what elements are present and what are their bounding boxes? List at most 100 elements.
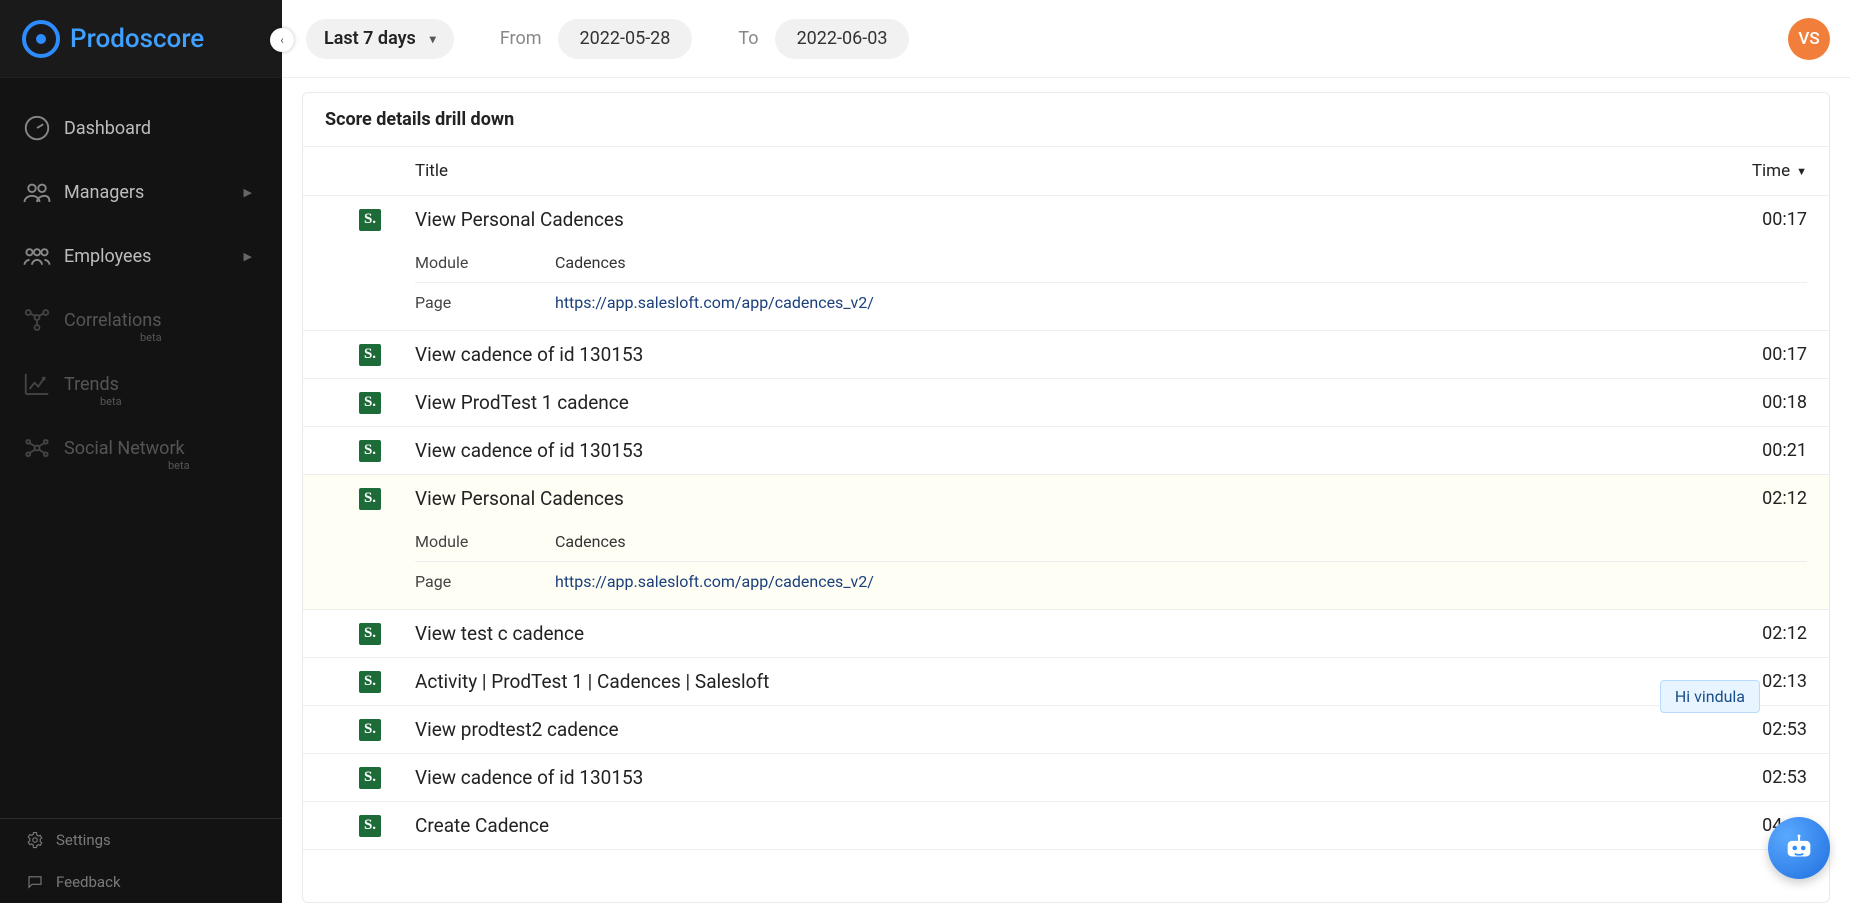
table-row: S.View prodtest2 cadence02:53 [303, 706, 1829, 754]
logo-mark-icon [22, 20, 60, 58]
settings-label: Settings [56, 831, 111, 849]
score-details-panel: Score details drill down Title Time ▼ S.… [302, 92, 1830, 903]
sidebar-item-employees[interactable]: Employees▶ [0, 224, 282, 288]
row-time: 00:18 [1717, 392, 1807, 413]
sidebar-item-correlations[interactable]: Correlationsbeta [0, 288, 282, 352]
group3-icon [22, 241, 52, 271]
beta-badge: beta [100, 395, 122, 408]
salesloft-icon: S. [359, 623, 381, 645]
table-row: S. View cadence of id 13015302:53 [303, 754, 1829, 802]
sidebar-item-label: Dashboard [64, 118, 151, 139]
sidebar: Prodoscore DashboardManagers▶Employees▶C… [0, 0, 282, 903]
table-row-main[interactable]: S.Create Cadence04:46 [303, 802, 1829, 849]
row-time: 02:12 [1717, 623, 1807, 644]
network-icon [22, 305, 52, 335]
detail-row: ModuleCadences [415, 522, 1807, 562]
row-time: 02:53 [1717, 719, 1807, 740]
row-details: ModuleCadencesPagehttps://app.salesloft.… [303, 243, 1829, 330]
table-row: S. View cadence of id 13015300:21 [303, 427, 1829, 475]
table-body: S.View Personal Cadences00:17ModuleCaden… [303, 196, 1829, 902]
date-range-dropdown[interactable]: Last 7 days ▾ [306, 19, 454, 59]
chat-widget-button[interactable] [1768, 817, 1830, 879]
sidebar-item-label: Social Network [64, 438, 185, 459]
detail-key: Module [415, 253, 555, 272]
table-row-main[interactable]: S.View ProdTest 1 cadence00:18 [303, 379, 1829, 426]
sidebar-item-trends[interactable]: Trendsbeta [0, 352, 282, 416]
beta-badge: beta [168, 459, 190, 472]
row-title: View Personal Cadences [415, 208, 1717, 231]
sidebar-item-dashboard[interactable]: Dashboard [0, 96, 282, 160]
sort-down-icon: ▼ [1796, 165, 1807, 178]
row-time: 02:53 [1717, 767, 1807, 788]
salesloft-icon: S. [359, 671, 381, 693]
sidebar-collapse-button[interactable]: ‹ [270, 28, 294, 52]
table-row-main[interactable]: S. Activity | ProdTest 1 | Cadences | Sal… [303, 658, 1829, 705]
row-title: View cadence of id 130153 [415, 343, 1717, 366]
salesloft-icon: S. [359, 767, 381, 789]
date-to-picker[interactable]: 2022-06-03 [775, 19, 910, 59]
content: Score details drill down Title Time ▼ S.… [282, 78, 1850, 903]
table-row-main[interactable]: S.View cadence of id 13015300:17 [303, 331, 1829, 378]
detail-link[interactable]: https://app.salesloft.com/app/cadences_v… [555, 293, 874, 312]
topbar: Last 7 days ▾ From 2022-05-28 To 2022-06… [282, 0, 1850, 78]
sidebar-item-label: Correlations [64, 310, 162, 331]
chevron-right-icon: ▶ [244, 186, 252, 199]
sidebar-item-managers[interactable]: Managers ▶ [0, 160, 282, 224]
table-row: S. Activity | ProdTest 1 | Cadences | Sal… [303, 658, 1829, 706]
salesloft-icon: S. [359, 392, 381, 414]
group-icon [22, 177, 52, 207]
detail-row: ModuleCadences [415, 243, 1807, 283]
row-time: 00:17 [1717, 209, 1807, 230]
table-row-main[interactable]: S. View cadence of id 13015302:53 [303, 754, 1829, 801]
row-time: 00:21 [1717, 440, 1807, 461]
table-row-main[interactable]: S.View Personal Cadences00:17 [303, 196, 1829, 243]
avatar[interactable]: VS [1788, 18, 1830, 60]
table-row-main[interactable]: S. View test c cadence02:12 [303, 610, 1829, 657]
table-row: S.View Personal Cadences00:17ModuleCaden… [303, 196, 1829, 331]
table-row: S.View cadence of id 13015300:17 [303, 331, 1829, 379]
column-time[interactable]: Time ▼ [1717, 161, 1807, 181]
to-label: To [738, 28, 758, 49]
panel-title: Score details drill down [303, 93, 1829, 146]
main: Last 7 days ▾ From 2022-05-28 To 2022-06… [282, 0, 1850, 903]
table-row-main[interactable]: S.View Personal Cadences02:12 [303, 475, 1829, 522]
gear-icon [26, 831, 44, 849]
salesloft-icon: S. [359, 440, 381, 462]
table-row: S.View Personal Cadences02:12ModuleCaden… [303, 475, 1829, 610]
row-details: ModuleCadencesPagehttps://app.salesloft.… [303, 522, 1829, 609]
row-title: Activity | ProdTest 1 | Cadences | Sales… [415, 670, 1717, 693]
trend-icon [22, 369, 52, 399]
row-title: View Personal Cadences [415, 487, 1717, 510]
sidebar-item-social-network[interactable]: Social Networkbeta [0, 416, 282, 480]
chat-icon [26, 873, 44, 891]
sidebar-item-label: Managers [64, 182, 144, 203]
gauge-icon [22, 113, 52, 143]
row-title: View cadence of id 130153 [415, 439, 1717, 462]
table-row-main[interactable]: S.View prodtest2 cadence02:53 [303, 706, 1829, 753]
detail-value: Cadences [555, 253, 626, 272]
logo-area[interactable]: Prodoscore [0, 0, 282, 78]
salesloft-icon: S. [359, 815, 381, 837]
detail-value: Cadences [555, 532, 626, 551]
feedback-label: Feedback [56, 873, 121, 891]
sidebar-item-settings[interactable]: Settings [0, 819, 282, 861]
sidebar-item-label: Trends [64, 374, 119, 395]
detail-link[interactable]: https://app.salesloft.com/app/cadences_v… [555, 572, 874, 591]
row-title: Create Cadence [415, 814, 1717, 837]
date-range-label: Last 7 days [324, 28, 416, 49]
avatar-initials: VS [1798, 29, 1819, 49]
chat-tooltip: Hi vindula [1660, 680, 1760, 713]
sidebar-item-feedback[interactable]: Feedback [0, 861, 282, 903]
row-time: 00:17 [1717, 344, 1807, 365]
table-row: S.Create Cadence04:46 [303, 802, 1829, 850]
table-row-main[interactable]: S. View cadence of id 13015300:21 [303, 427, 1829, 474]
row-title: View test c cadence [415, 622, 1717, 645]
detail-key: Page [415, 572, 555, 591]
row-title: View cadence of id 130153 [415, 766, 1717, 789]
column-time-label: Time [1752, 161, 1790, 181]
row-title: View prodtest2 cadence [415, 718, 1717, 741]
date-from-picker[interactable]: 2022-05-28 [558, 19, 693, 59]
detail-row: Pagehttps://app.salesloft.com/app/cadenc… [415, 562, 1807, 601]
table-row: S. View test c cadence02:12 [303, 610, 1829, 658]
date-from-value: 2022-05-28 [580, 28, 671, 49]
